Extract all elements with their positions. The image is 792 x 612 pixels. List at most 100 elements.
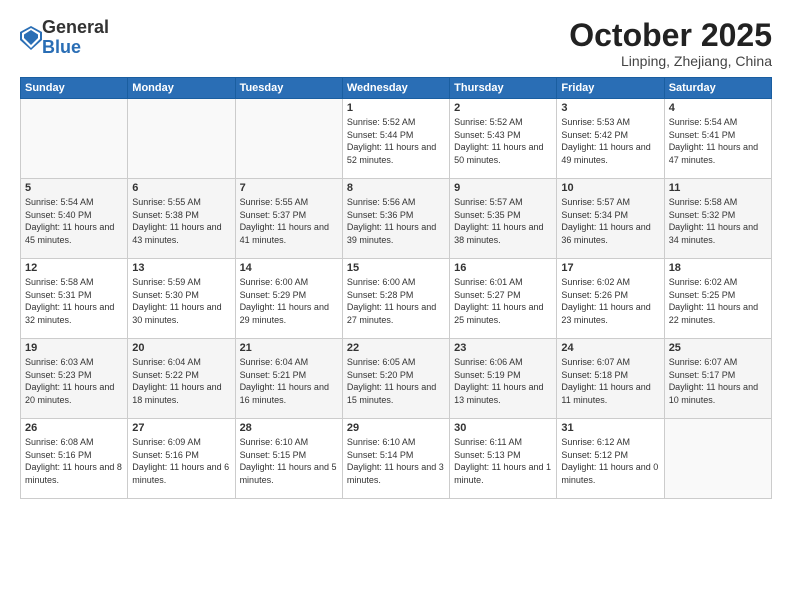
day-number: 10 [561,182,659,194]
header-sunday: Sunday [21,78,128,99]
day-info: Sunrise: 6:10 AM Sunset: 5:15 PM Dayligh… [240,436,338,486]
header-monday: Monday [128,78,235,99]
day-info: Sunrise: 5:54 AM Sunset: 5:41 PM Dayligh… [669,116,767,166]
table-row: 19 Sunrise: 6:03 AM Sunset: 5:23 PM Dayli… [21,339,128,419]
day-number: 23 [454,342,552,354]
table-row: 17 Sunrise: 6:02 AM Sunset: 5:26 PM Dayli… [557,259,664,339]
logo-blue: Blue [42,37,81,57]
table-row: 11 Sunrise: 5:58 AM Sunset: 5:32 PM Dayli… [664,179,771,259]
day-number: 27 [132,422,230,434]
day-number: 18 [669,262,767,274]
table-row: 15 Sunrise: 6:00 AM Sunset: 5:28 PM Dayli… [342,259,449,339]
day-number: 3 [561,102,659,114]
logo-icon [20,26,42,50]
calendar-page: General Blue October 2025 Linping, Zheji… [0,0,792,612]
table-row: 22Sunrise: 6:05 AM Sunset: 5:20 PM Dayli… [342,339,449,419]
day-number: 21 [240,342,338,354]
header: General Blue October 2025 Linping, Zheji… [20,18,772,69]
day-info: Sunrise: 6:09 AM Sunset: 5:16 PM Dayligh… [132,436,230,486]
day-info: Sunrise: 6:08 AM Sunset: 5:16 PM Dayligh… [25,436,123,486]
title-block: October 2025 Linping, Zhejiang, China [569,18,772,69]
table-row: 7 Sunrise: 5:55 AM Sunset: 5:37 PM Daylig… [235,179,342,259]
day-info: Sunrise: 5:54 AM Sunset: 5:40 PM Dayligh… [25,196,123,246]
calendar-week-row: 12 Sunrise: 5:58 AM Sunset: 5:31 PM Dayli… [21,259,772,339]
table-row: 28 Sunrise: 6:10 AM Sunset: 5:15 PM Dayli… [235,419,342,499]
day-info: Sunrise: 6:04 AM Sunset: 5:21 PM Dayligh… [240,356,338,406]
table-row: 31 Sunrise: 6:12 AM Sunset: 5:12 PM Dayli… [557,419,664,499]
calendar-week-row: 26 Sunrise: 6:08 AM Sunset: 5:16 PM Dayli… [21,419,772,499]
day-number: 17 [561,262,659,274]
day-number: 12 [25,262,123,274]
day-info: Sunrise: 6:12 AM Sunset: 5:12 PM Dayligh… [561,436,659,486]
day-info: Sunrise: 5:57 AM Sunset: 5:35 PM Dayligh… [454,196,552,246]
day-info: Sunrise: 5:57 AM Sunset: 5:34 PM Dayligh… [561,196,659,246]
table-row: 2 Sunrise: 5:52 AM Sunset: 5:43 PM Daylig… [450,99,557,179]
day-info: Sunrise: 6:03 AM Sunset: 5:23 PM Dayligh… [25,356,123,406]
day-number: 2 [454,102,552,114]
day-number: 28 [240,422,338,434]
table-row: 14Sunrise: 6:00 AM Sunset: 5:29 PM Dayli… [235,259,342,339]
day-number: 31 [561,422,659,434]
day-info: Sunrise: 6:04 AM Sunset: 5:22 PM Dayligh… [132,356,230,406]
table-row: 4 Sunrise: 5:54 AM Sunset: 5:41 PM Daylig… [664,99,771,179]
day-info: Sunrise: 6:06 AM Sunset: 5:19 PM Dayligh… [454,356,552,406]
day-number: 9 [454,182,552,194]
day-number: 19 [25,342,123,354]
calendar-week-row: 1 Sunrise: 5:52 AM Sunset: 5:44 PM Daylig… [21,99,772,179]
logo-text: General Blue [42,18,109,58]
table-row [235,99,342,179]
day-number: 1 [347,102,445,114]
day-number: 7 [240,182,338,194]
table-row: 1 Sunrise: 5:52 AM Sunset: 5:44 PM Daylig… [342,99,449,179]
table-row: 25 Sunrise: 6:07 AM Sunset: 5:17 PM Dayli… [664,339,771,419]
day-number: 29 [347,422,445,434]
table-row: 18Sunrise: 6:02 AM Sunset: 5:25 PM Dayli… [664,259,771,339]
day-number: 15 [347,262,445,274]
table-row: 30Sunrise: 6:11 AM Sunset: 5:13 PM Dayli… [450,419,557,499]
table-row: 26 Sunrise: 6:08 AM Sunset: 5:16 PM Dayli… [21,419,128,499]
day-number: 13 [132,262,230,274]
table-row: 12 Sunrise: 5:58 AM Sunset: 5:31 PM Dayli… [21,259,128,339]
header-wednesday: Wednesday [342,78,449,99]
day-number: 24 [561,342,659,354]
day-number: 5 [25,182,123,194]
logo: General Blue [20,18,109,58]
header-saturday: Saturday [664,78,771,99]
day-number: 26 [25,422,123,434]
day-info: Sunrise: 5:58 AM Sunset: 5:31 PM Dayligh… [25,276,123,326]
day-info: Sunrise: 5:59 AM Sunset: 5:30 PM Dayligh… [132,276,230,326]
day-info: Sunrise: 5:52 AM Sunset: 5:43 PM Dayligh… [454,116,552,166]
day-info: Sunrise: 6:05 AM Sunset: 5:20 PM Dayligh… [347,356,445,406]
day-number: 30 [454,422,552,434]
table-row: 3Sunrise: 5:53 AM Sunset: 5:42 PM Daylig… [557,99,664,179]
location: Linping, Zhejiang, China [569,53,772,69]
table-row: 16 Sunrise: 6:01 AM Sunset: 5:27 PM Dayli… [450,259,557,339]
day-info: Sunrise: 5:55 AM Sunset: 5:37 PM Dayligh… [240,196,338,246]
table-row: 5 Sunrise: 5:54 AM Sunset: 5:40 PM Daylig… [21,179,128,259]
day-info: Sunrise: 6:00 AM Sunset: 5:28 PM Dayligh… [347,276,445,326]
table-row [664,419,771,499]
month-title: October 2025 [569,18,772,53]
header-tuesday: Tuesday [235,78,342,99]
day-info: Sunrise: 5:52 AM Sunset: 5:44 PM Dayligh… [347,116,445,166]
day-info: Sunrise: 6:02 AM Sunset: 5:26 PM Dayligh… [561,276,659,326]
calendar-week-row: 5 Sunrise: 5:54 AM Sunset: 5:40 PM Daylig… [21,179,772,259]
day-number: 11 [669,182,767,194]
header-friday: Friday [557,78,664,99]
day-number: 16 [454,262,552,274]
day-number: 4 [669,102,767,114]
table-row: 6Sunrise: 5:55 AM Sunset: 5:38 PM Daylig… [128,179,235,259]
table-row: 21 Sunrise: 6:04 AM Sunset: 5:21 PM Dayli… [235,339,342,419]
day-info: Sunrise: 6:07 AM Sunset: 5:18 PM Dayligh… [561,356,659,406]
day-info: Sunrise: 6:01 AM Sunset: 5:27 PM Dayligh… [454,276,552,326]
day-info: Sunrise: 6:10 AM Sunset: 5:14 PM Dayligh… [347,436,445,486]
day-number: 6 [132,182,230,194]
calendar-header-row: Sunday Monday Tuesday Wednesday Thursday… [21,78,772,99]
day-info: Sunrise: 5:56 AM Sunset: 5:36 PM Dayligh… [347,196,445,246]
day-info: Sunrise: 5:58 AM Sunset: 5:32 PM Dayligh… [669,196,767,246]
calendar-table: Sunday Monday Tuesday Wednesday Thursday… [20,77,772,499]
header-thursday: Thursday [450,78,557,99]
day-number: 25 [669,342,767,354]
table-row [21,99,128,179]
day-info: Sunrise: 6:07 AM Sunset: 5:17 PM Dayligh… [669,356,767,406]
